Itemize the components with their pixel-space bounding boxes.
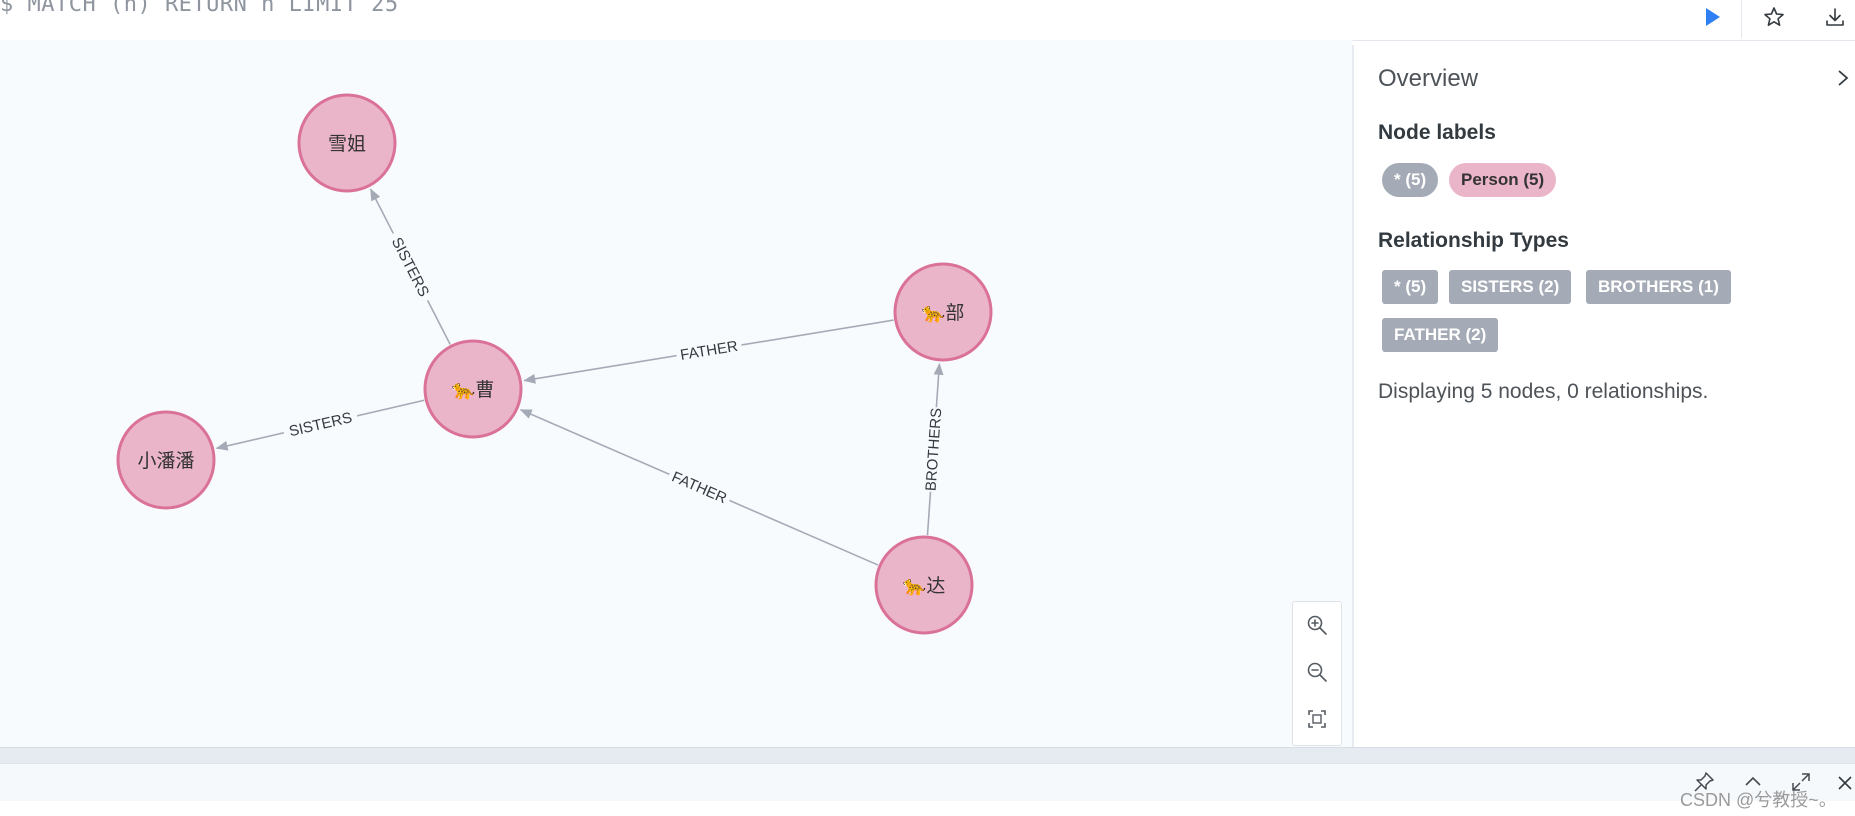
node-da[interactable]: 🐆达 bbox=[874, 535, 974, 635]
chevron-right-icon bbox=[1838, 70, 1849, 86]
node-label-chip-person[interactable]: Person (5) bbox=[1449, 163, 1557, 197]
fit-to-screen-icon bbox=[1308, 710, 1326, 728]
node-caption: 小潘潘 bbox=[137, 450, 194, 472]
relationship-label: FATHER bbox=[679, 338, 739, 364]
relationship-sisters-cao-xuejie[interactable]: SISTERS bbox=[369, 188, 451, 345]
graph-svg[interactable]: SISTERS SISTERS FATHER FATHER BROTHERS 雪姐 🐆曹小… bbox=[0, 40, 1352, 747]
download-icon bbox=[1826, 8, 1844, 26]
relationship-father-bu-cao[interactable]: FATHER bbox=[523, 319, 894, 384]
run-button[interactable] bbox=[1692, 0, 1732, 34]
rel-type-chip-brothers[interactable]: BROTHERS (1) bbox=[1586, 270, 1731, 304]
node-xiaopanpan[interactable]: 小潘潘 bbox=[116, 410, 216, 510]
relationship-label: SISTERS bbox=[287, 409, 353, 440]
node-caption: 🐆达 bbox=[903, 575, 946, 597]
node-caption: 🐆曹 bbox=[452, 379, 495, 401]
query-text[interactable]: $ MATCH (n) RETURN n LIMIT 25 bbox=[0, 0, 399, 17]
close-icon bbox=[1838, 776, 1852, 790]
zoom-controls bbox=[1292, 601, 1342, 746]
result-frame-bar bbox=[0, 763, 1855, 803]
rel-type-chip-sisters[interactable]: SISTERS (2) bbox=[1449, 270, 1572, 304]
node-caption: 🐆部 bbox=[922, 302, 965, 324]
node-xuejie[interactable]: 雪姐 bbox=[297, 93, 397, 193]
node-bu[interactable]: 🐆部 bbox=[893, 262, 993, 362]
favorite-button[interactable] bbox=[1754, 0, 1794, 34]
zoom-in-icon bbox=[1307, 615, 1327, 635]
relationship-types-title: Relationship Types bbox=[1378, 229, 1569, 252]
zoom-out-icon bbox=[1307, 662, 1327, 682]
close-frame-button[interactable] bbox=[1836, 772, 1854, 794]
collapse-panel-button[interactable] bbox=[1832, 65, 1854, 91]
zoom-in-button[interactable] bbox=[1293, 602, 1341, 648]
node-caption: 雪姐 bbox=[328, 133, 366, 155]
watermark: CSDN @兮教授~。 bbox=[1680, 790, 1837, 810]
star-icon bbox=[1764, 7, 1784, 26]
query-editor[interactable]: $ MATCH (n) RETURN n LIMIT 25 bbox=[0, 0, 1742, 38]
node-labels-title: Node labels bbox=[1378, 121, 1496, 144]
node-label-chip-all[interactable]: * (5) bbox=[1382, 163, 1439, 197]
rel-type-chip-father[interactable]: FATHER (2) bbox=[1382, 318, 1499, 352]
node-cao[interactable]: 🐆曹 bbox=[423, 339, 523, 439]
bottom-padding bbox=[0, 801, 1855, 816]
relationship-father-da-cao[interactable]: FATHER bbox=[519, 408, 879, 566]
relationship-brothers-da-bu[interactable]: BROTHERS bbox=[921, 362, 946, 536]
graph-canvas[interactable]: SISTERS SISTERS FATHER FATHER BROTHERS 雪姐 🐆曹小… bbox=[0, 40, 1352, 747]
fit-to-screen-button[interactable] bbox=[1293, 696, 1341, 742]
play-icon bbox=[1706, 8, 1720, 26]
rel-type-chip-all[interactable]: * (5) bbox=[1382, 270, 1439, 304]
relationship-sisters-cao-xiaopanpan[interactable]: SISTERS bbox=[215, 399, 425, 451]
query-bar: $ MATCH (n) RETURN n LIMIT 25 bbox=[0, 0, 1855, 41]
overview-panel: Overview Node labels * (5) Person (5) Re… bbox=[1352, 45, 1855, 747]
relationship-label: SISTERS bbox=[388, 235, 432, 300]
zoom-out-button[interactable] bbox=[1293, 649, 1341, 695]
download-button[interactable] bbox=[1815, 0, 1855, 34]
overview-title: Overview bbox=[1378, 65, 1479, 92]
overview-summary: Displaying 5 nodes, 0 relationships. bbox=[1378, 380, 1709, 403]
relationship-label: FATHER bbox=[669, 468, 729, 507]
frame-divider[interactable] bbox=[0, 747, 1855, 764]
relationship-label: BROTHERS bbox=[923, 407, 946, 491]
